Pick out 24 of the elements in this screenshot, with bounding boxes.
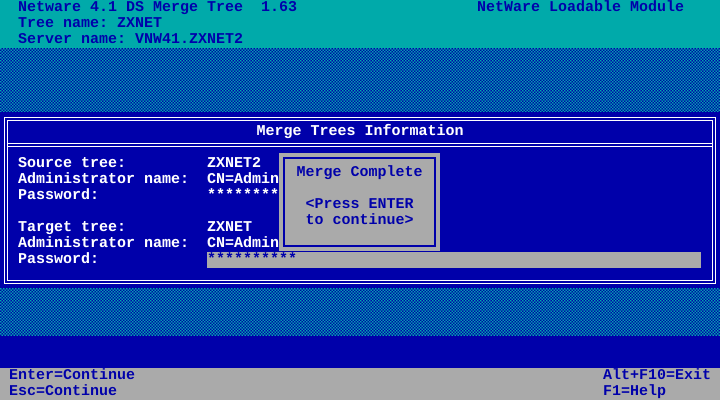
field-label: Source tree:: [18, 156, 128, 172]
field-label: Password:: [18, 188, 100, 204]
key-hint: Enter=Continue: [9, 368, 136, 384]
key-hint: Esc=Continue: [9, 384, 118, 400]
popup-message: to continue>: [305, 213, 414, 229]
key-hint: Alt+F10=Exit: [602, 368, 711, 384]
program-title: Netware 4.1 DS Merge Tree 1.63: [18, 0, 298, 16]
field-label: Administrator name:: [18, 236, 190, 252]
field-value[interactable]: ZXNET2: [207, 156, 262, 172]
key-hint: F1=Help: [602, 384, 667, 400]
header-info: Tree name: ZXNET: [18, 16, 164, 32]
field-value[interactable]: **********: [207, 252, 701, 268]
field-label: Password:: [18, 252, 100, 268]
popup-message: <Press ENTER: [305, 197, 414, 213]
field-value[interactable]: ********: [207, 188, 280, 204]
field-value[interactable]: CN=Admin: [207, 236, 280, 252]
field-label: Administrator name:: [18, 172, 190, 188]
dialog-title: Merge Trees Information: [256, 124, 464, 140]
module-type: NetWare Loadable Module: [476, 0, 684, 16]
popup-title: Merge Complete: [296, 165, 423, 181]
field-label: Target tree:: [18, 220, 128, 236]
field-value[interactable]: CN=Admin: [207, 172, 280, 188]
field-value[interactable]: ZXNET: [207, 220, 252, 236]
header-info: Server name: VNW41.ZXNET2: [18, 32, 244, 48]
